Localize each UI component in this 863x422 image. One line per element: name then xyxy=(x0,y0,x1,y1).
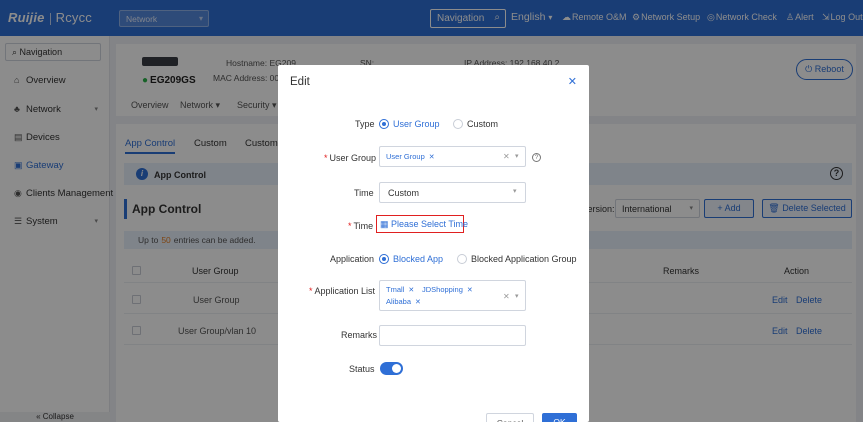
time-select-value: Custom xyxy=(388,188,420,198)
blocked-group-radio[interactable] xyxy=(457,254,467,264)
app-tag: Tmall ✕ xyxy=(386,285,415,294)
time-label: Time xyxy=(354,188,374,198)
app-tag: JDShopping ✕ xyxy=(422,285,473,294)
remove-tag-icon[interactable]: ✕ xyxy=(408,287,414,294)
type-custom-text[interactable]: Custom xyxy=(467,119,498,129)
status-toggle[interactable] xyxy=(380,362,403,375)
clear-icon[interactable]: ✕ xyxy=(503,292,510,301)
blocked-app-radio[interactable] xyxy=(379,254,389,264)
blocked-app-text[interactable]: Blocked App xyxy=(393,254,443,264)
remarks-label: Remarks xyxy=(341,330,378,340)
chevron-down-icon: ▾ xyxy=(515,293,519,300)
application-list-label: * Application List xyxy=(309,286,376,296)
status-label: Status xyxy=(349,364,375,374)
application-label: Application xyxy=(330,254,375,264)
close-icon[interactable]: ✕ xyxy=(568,75,577,88)
app-tag: Alibaba ✕ xyxy=(386,297,421,306)
help-icon[interactable]: ? xyxy=(532,153,541,162)
type-label: Type xyxy=(355,119,375,129)
remove-tag-icon[interactable]: ✕ xyxy=(429,154,435,161)
user-group-tag: User Group ✕ xyxy=(386,152,435,161)
type-user-group-radio[interactable] xyxy=(379,119,389,129)
remove-tag-icon[interactable]: ✕ xyxy=(415,299,421,306)
select-time-button[interactable]: ▦ Please Select Time xyxy=(376,215,468,233)
type-user-group-text[interactable]: User Group xyxy=(393,119,440,129)
calendar-icon: ▦ xyxy=(380,219,392,229)
remarks-input[interactable] xyxy=(379,325,526,346)
remove-tag-icon[interactable]: ✕ xyxy=(467,287,473,294)
time-period-label: * Time xyxy=(348,221,374,231)
cancel-button[interactable]: Cancel xyxy=(486,413,534,422)
modal-title: Edit xyxy=(290,76,310,88)
clear-icon[interactable]: ✕ xyxy=(503,152,510,161)
chevron-down-icon: ▾ xyxy=(515,153,519,160)
blocked-group-text[interactable]: Blocked Application Group xyxy=(471,254,577,264)
type-custom-radio[interactable] xyxy=(453,119,463,129)
ok-button[interactable]: OK xyxy=(542,413,577,422)
user-group-label: * User Group xyxy=(324,153,377,163)
chevron-down-icon: ▾ xyxy=(513,188,517,195)
